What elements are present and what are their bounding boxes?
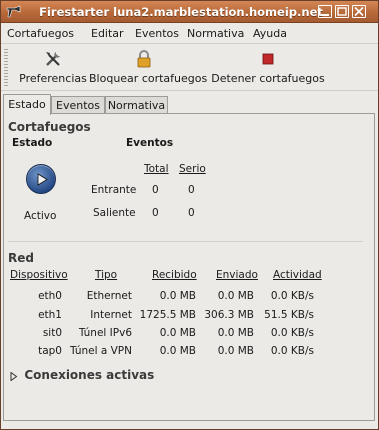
outgoing-total: 0 [152, 207, 159, 219]
sent-cell: 0.0 MB [217, 327, 254, 339]
received-cell: 0.0 MB [159, 327, 196, 339]
outgoing-label: Saliente [93, 207, 136, 219]
tab-eventos-label: Eventos [56, 99, 100, 112]
incoming-total: 0 [152, 184, 159, 196]
incoming-serious: 0 [188, 184, 195, 196]
device-cell: eth0 [38, 290, 62, 302]
preferences-label: Preferencias [19, 72, 87, 85]
status-header: Estado [12, 137, 53, 149]
active-connections-expander[interactable]: Conexiones activas [10, 368, 154, 382]
menu-bar: Cortafuegos Editar Eventos Normativa Ayu… [1, 24, 378, 44]
toolbar: Preferencias Bloquear cortafuegos Detene… [1, 45, 378, 91]
menu-ayuda[interactable]: Ayuda [253, 27, 287, 40]
activity-cell: 0.0 KB/s [270, 345, 314, 357]
device-cell: tap0 [38, 345, 62, 357]
menu-editar[interactable]: Editar [91, 27, 124, 40]
menu-normativa[interactable]: Normativa [187, 27, 244, 40]
sent-cell: 0.0 MB [217, 345, 254, 357]
maximize-button[interactable] [335, 5, 349, 18]
padlock-icon [135, 50, 153, 68]
sent-cell: 306.3 MB [204, 309, 254, 321]
status-panel: Cortafuegos Estado Eventos Activo Total … [3, 113, 375, 421]
play-icon [37, 173, 48, 186]
col-total-header: Total [144, 163, 169, 175]
network-section-title: Red [8, 251, 34, 265]
expander-triangle-icon [10, 371, 18, 381]
col-activity-header: Actividad [273, 269, 322, 281]
preferences-button[interactable]: Preferencias [13, 48, 93, 88]
received-cell: 0.0 MB [159, 290, 196, 302]
tab-normativa-label: Normativa [107, 99, 166, 112]
col-serious-header: Serio [179, 163, 206, 175]
device-cell: eth1 [38, 309, 62, 321]
tab-estado[interactable]: Estado [3, 94, 51, 115]
tab-estado-label: Estado [8, 98, 46, 111]
firewall-status-value: Activo [24, 210, 57, 222]
tab-eventos[interactable]: Eventos [51, 96, 105, 114]
incoming-label: Entrante [91, 184, 137, 196]
stop-firewall-button[interactable]: Detener cortafuegos [199, 48, 337, 88]
lock-firewall-label: Bloquear cortafuegos [89, 72, 208, 85]
col-type-header: Tipo [95, 269, 118, 281]
play-status-button[interactable] [26, 164, 56, 194]
active-connections-label: Conexiones activas [24, 368, 155, 382]
col-received-header: Recibido [152, 269, 197, 281]
stop-icon [259, 50, 277, 68]
firewall-section-title: Cortafuegos [8, 120, 91, 134]
lock-firewall-button[interactable]: Bloquear cortafuegos [89, 48, 208, 88]
menu-eventos[interactable]: Eventos [135, 27, 179, 40]
window-title: Firestarter luna2.marblestation.homeip.n… [39, 5, 323, 19]
title-bar[interactable]: Firestarter luna2.marblestation.homeip.n… [1, 1, 378, 23]
close-button[interactable] [352, 5, 366, 18]
firewall-app-icon[interactable] [6, 5, 22, 19]
menu-cortafuegos[interactable]: Cortafuegos [7, 27, 74, 40]
received-cell: 0.0 MB [159, 345, 196, 357]
tools-icon [44, 50, 62, 68]
type-cell: Internet [90, 309, 132, 321]
activity-cell: 0.0 KB/s [270, 290, 314, 302]
toolbar-grip[interactable] [4, 49, 8, 87]
activity-cell: 51.5 KB/s [264, 309, 314, 321]
outgoing-serious: 0 [188, 207, 195, 219]
received-cell: 1725.5 MB [139, 309, 196, 321]
col-sent-header: Enviado [216, 269, 258, 281]
events-header: Eventos [126, 137, 174, 149]
type-cell: Túnel a VPN [70, 345, 132, 357]
section-divider [8, 241, 363, 242]
type-cell: Túnel IPv6 [78, 327, 132, 339]
sent-cell: 0.0 MB [217, 290, 254, 302]
col-device-header: Dispositivo [10, 269, 68, 281]
tab-normativa[interactable]: Normativa [105, 96, 168, 114]
device-cell: sit0 [42, 327, 62, 339]
stop-firewall-label: Detener cortafuegos [211, 72, 325, 85]
app-window: Firestarter luna2.marblestation.homeip.n… [0, 0, 379, 430]
activity-cell: 0.0 KB/s [270, 327, 314, 339]
minimize-button[interactable] [318, 5, 332, 18]
type-cell: Ethernet [86, 290, 132, 302]
